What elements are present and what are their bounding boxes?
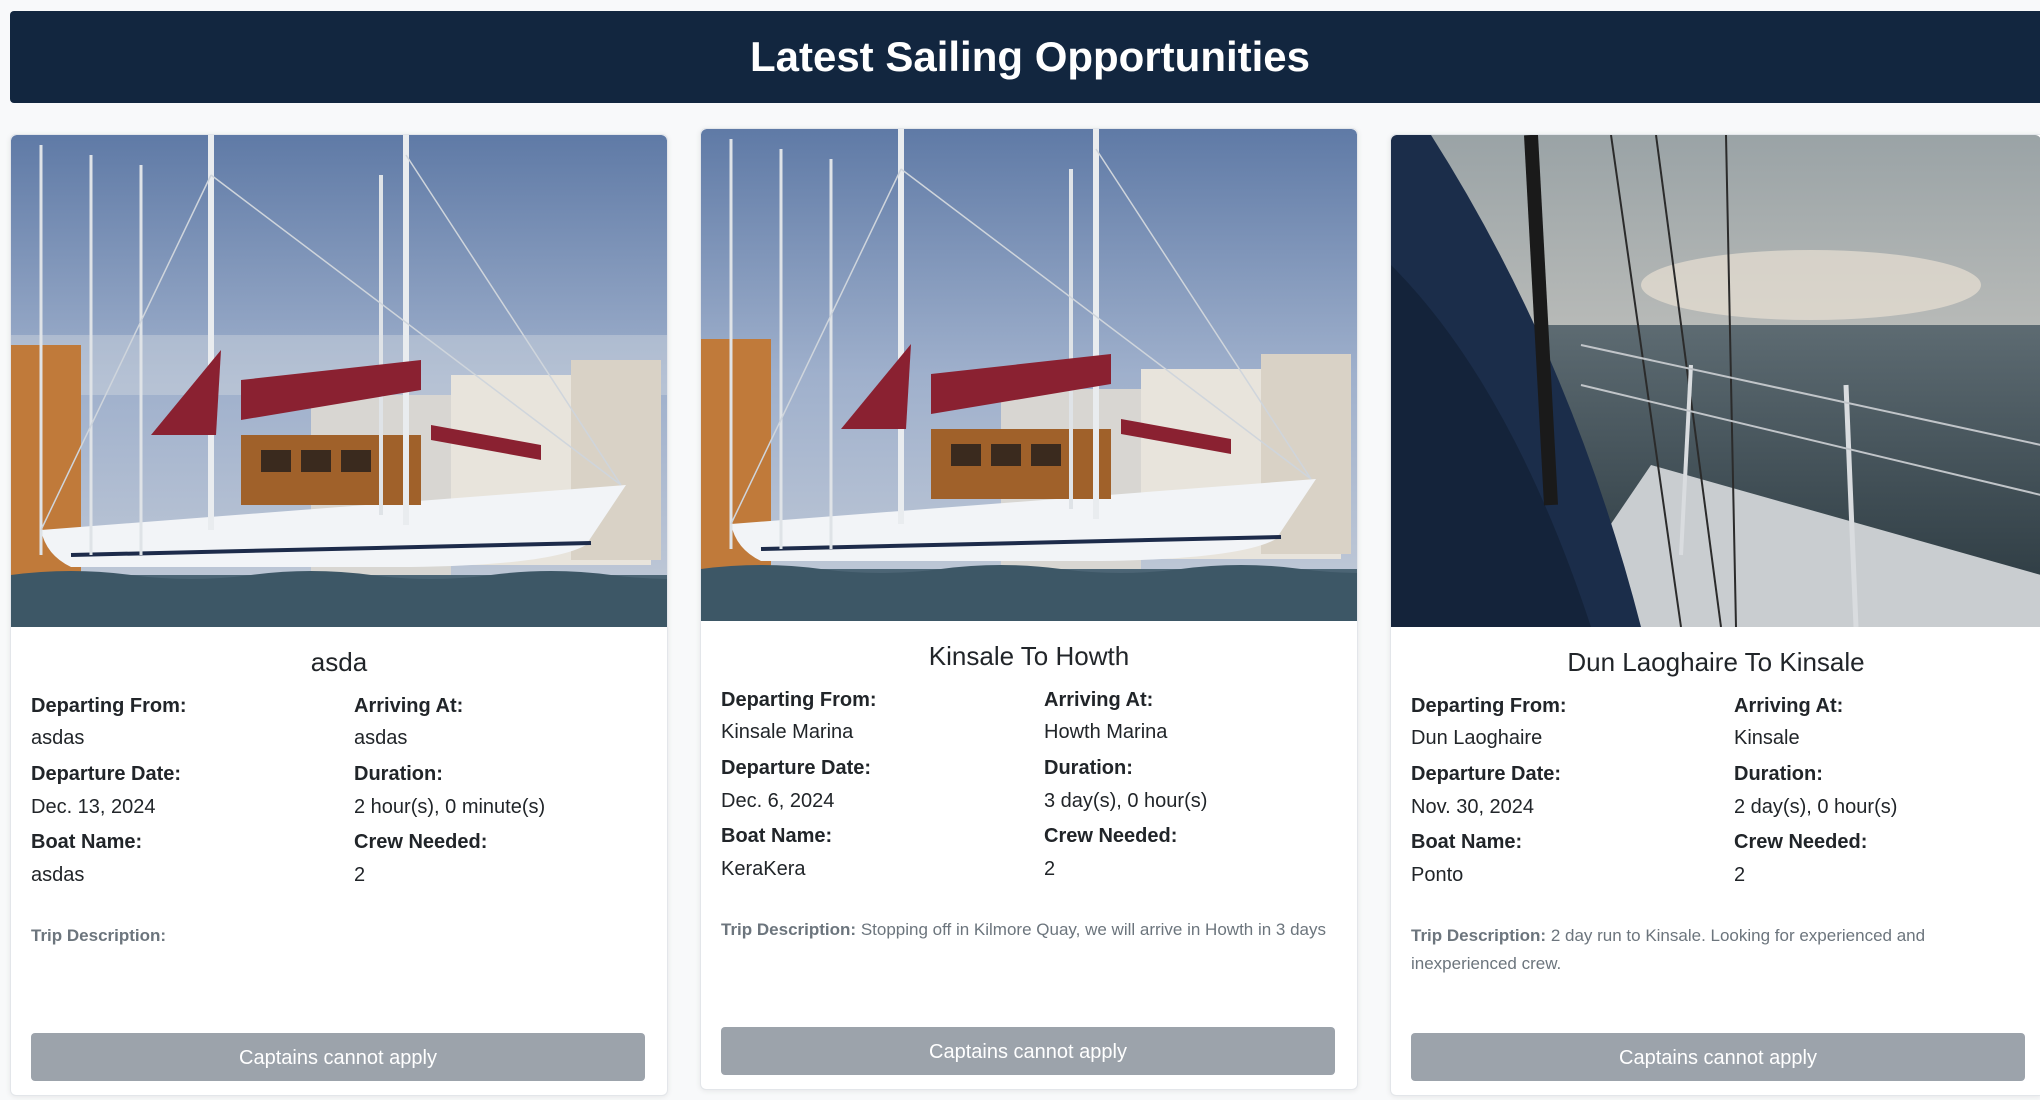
crew-needed-value: 2 [354,864,366,886]
apply-button[interactable]: Captains cannot apply [1411,1033,2025,1081]
trip-card: Kinsale To Howth Departing From: Kinsale… [700,128,1358,1090]
boat-name-value: KeraKera [721,858,806,880]
duration-label: Duration: [354,763,443,785]
arriving-at-label: Arriving At: [1734,695,1844,717]
crew-needed-label: Crew Needed: [1044,825,1178,847]
duration-value: 2 hour(s), 0 minute(s) [354,796,546,818]
boat-image [11,135,667,627]
arriving-at-value: Kinsale [1734,727,1800,749]
apply-button[interactable]: Captains cannot apply [721,1027,1335,1075]
duration-label: Duration: [1044,757,1133,779]
trip-title: Kinsale To Howth [928,641,1130,671]
departure-date-label: Departure Date: [721,757,872,779]
departure-date-label: Departure Date: [1411,763,1562,785]
departure-date-value: Dec. 6, 2024 [721,790,835,812]
boat-name-label: Boat Name: [721,825,833,847]
boat-name-value: Ponto [1411,864,1464,886]
trip-description-label: Trip Description: [1411,926,1547,945]
duration-label: Duration: [1734,763,1823,785]
sea-image [1391,135,2040,627]
boat-name-value: asdas [31,864,85,886]
arriving-at-value: asdas [354,727,408,749]
page-title: Latest Sailing Opportunities [749,33,1311,80]
departing-from-value: Kinsale Marina [721,721,854,743]
crew-needed-label: Crew Needed: [1734,831,1868,853]
boat-name-label: Boat Name: [1411,831,1523,853]
departing-from-label: Departing From: [1411,695,1567,717]
crew-needed-value: 2 [1044,858,1056,880]
departure-date-value: Nov. 30, 2024 [1411,796,1535,818]
trip-description-label: Trip Description: [31,926,167,945]
page-header: Latest Sailing Opportunities [10,11,2040,103]
departing-from-label: Departing From: [31,695,187,717]
departure-date-value: Dec. 13, 2024 [31,796,156,818]
trip-description: Trip Description: Stopping off in Kilmor… [721,916,1341,944]
trip-description: Trip Description: 2 day run to Kinsale. … [1411,922,2011,978]
boat-image [701,129,1357,621]
arriving-at-label: Arriving At: [1044,689,1154,711]
departing-from-label: Departing From: [721,689,877,711]
crew-needed-value: 2 [1734,864,1746,886]
departing-from-value: asdas [31,727,85,749]
trip-description: Trip Description: [31,922,651,950]
trip-description-label: Trip Description: [721,920,857,939]
departing-from-value: Dun Laoghaire [1411,727,1543,749]
departure-date-label: Departure Date: [31,763,182,785]
duration-value: 2 day(s), 0 hour(s) [1734,796,1898,818]
trip-card: Dun Laoghaire To Kinsale Departing From:… [1390,134,2040,1096]
arriving-at-label: Arriving At: [354,695,464,717]
trip-card: asda Departing From: asdas Arriving At: … [10,134,668,1096]
apply-button[interactable]: Captains cannot apply [31,1033,645,1081]
trip-description-text: Stopping off in Kilmore Quay, we will ar… [860,920,1327,939]
arriving-at-value: Howth Marina [1044,721,1168,743]
crew-needed-label: Crew Needed: [354,831,488,853]
boat-name-label: Boat Name: [31,831,143,853]
trip-title: Dun Laoghaire To Kinsale [1567,647,1865,677]
duration-value: 3 day(s), 0 hour(s) [1044,790,1208,812]
trip-title: asda [310,647,368,677]
